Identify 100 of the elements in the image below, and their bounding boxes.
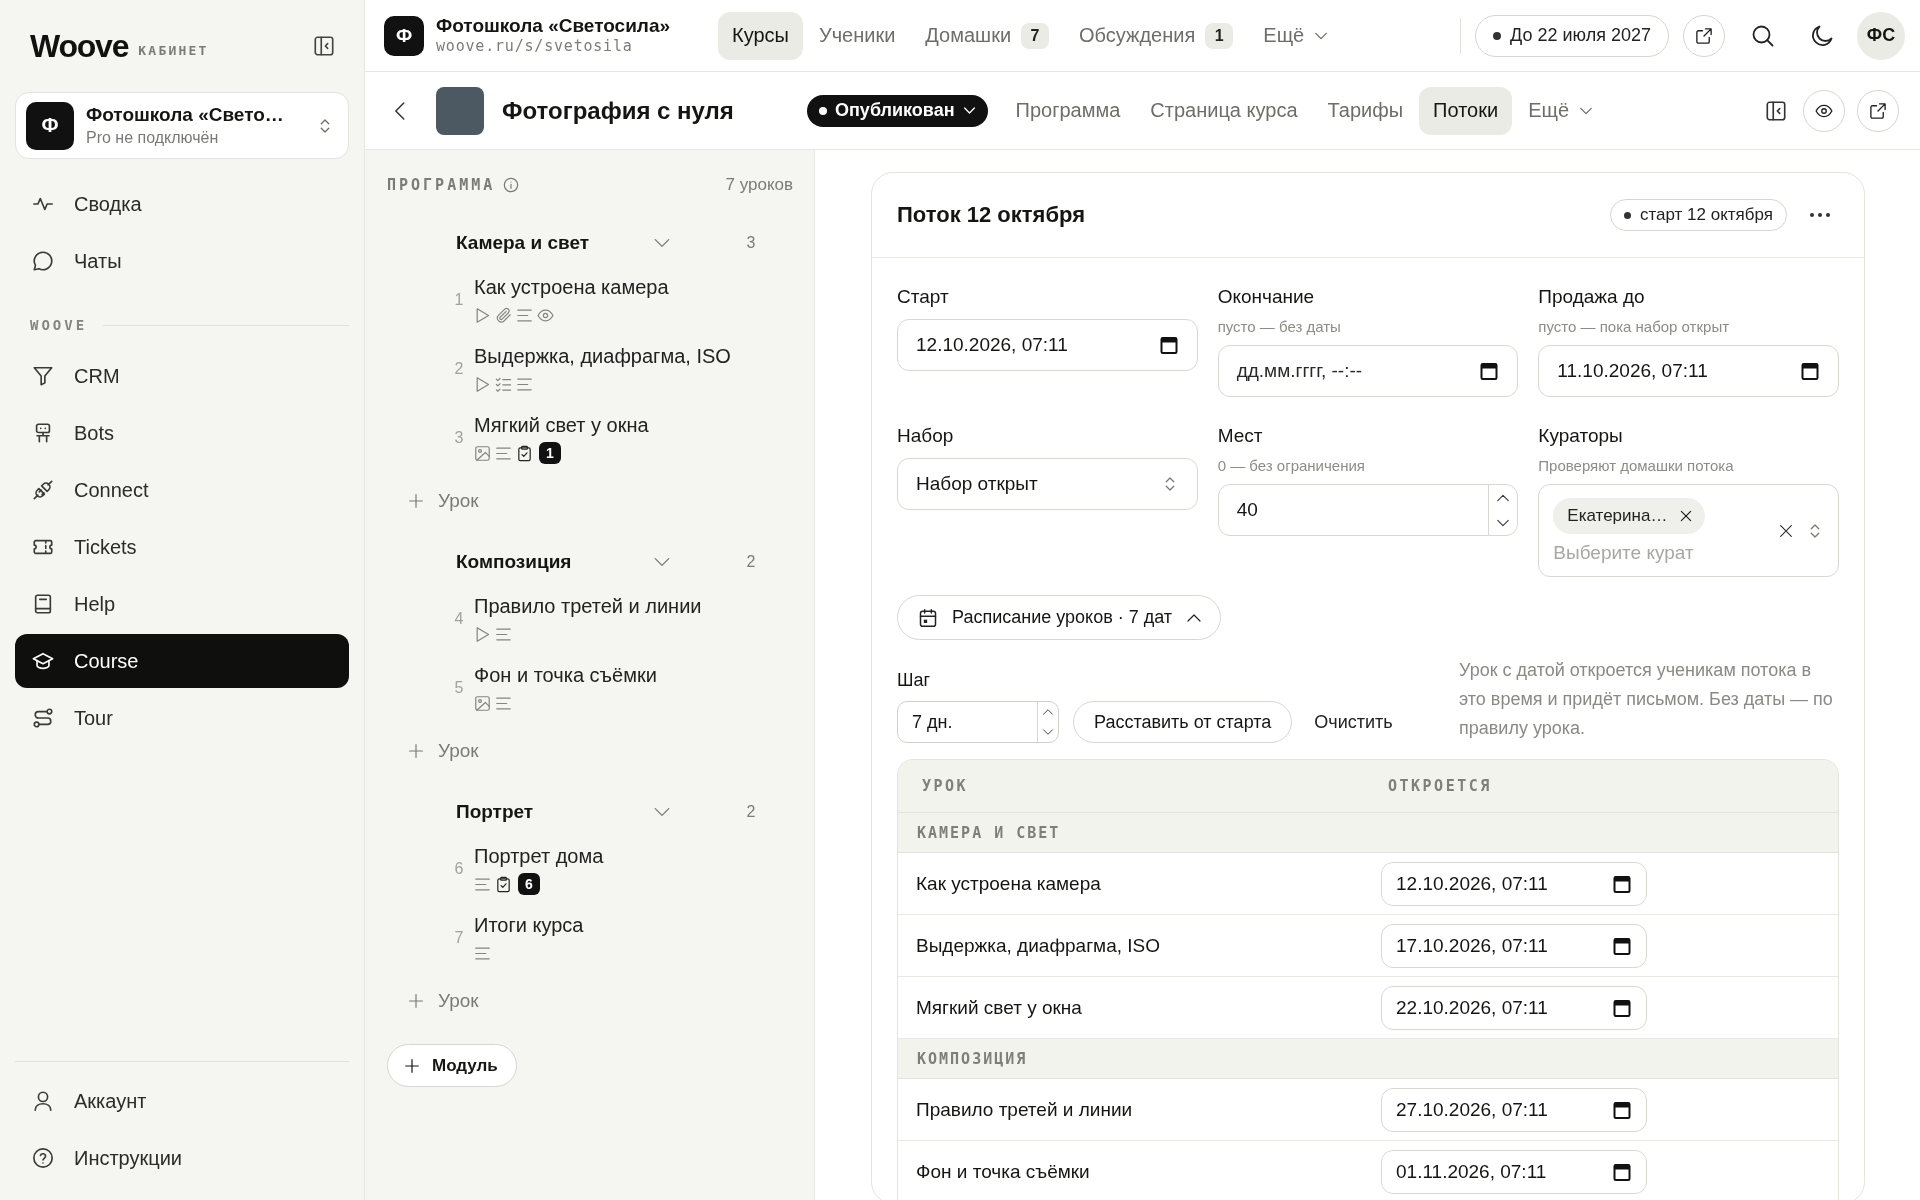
lesson-title[interactable]: Портрет дома: [474, 843, 604, 869]
date-field[interactable]: 27.10.2026, 07:11: [1381, 1087, 1647, 1132]
lesson-title[interactable]: Выдержка, диафрагма, ISO: [474, 343, 731, 369]
nav-tab[interactable]: Курсы: [718, 11, 803, 60]
select-field[interactable]: Набор открыт: [897, 458, 1198, 510]
moon-icon[interactable]: [1810, 23, 1834, 48]
lesson-number: 6: [454, 860, 464, 878]
logo-wordmark: Woove: [30, 27, 129, 65]
open-course-button[interactable]: [1857, 89, 1899, 132]
add-lesson-button[interactable]: Урок: [387, 479, 479, 523]
plus-icon: [404, 1057, 420, 1074]
schedule-toggle-button[interactable]: Расписание уроков · 7 дат: [897, 595, 1222, 640]
lesson-total: 7 уроков: [725, 175, 793, 195]
add-module-button[interactable]: Модуль: [387, 1044, 517, 1087]
module-lesson-count: 2: [745, 553, 757, 571]
course-tab[interactable]: Программа: [1001, 86, 1135, 135]
book-icon: [32, 593, 54, 615]
nav-item[interactable]: Аккаунт: [15, 1074, 349, 1128]
info-icon[interactable]: [503, 177, 520, 193]
chevron-down-icon[interactable]: [1042, 726, 1054, 738]
course-tab[interactable]: Ещё: [1514, 86, 1608, 135]
nav-tab[interactable]: Домашки 7: [911, 11, 1064, 60]
add-lesson-button[interactable]: Урок: [387, 729, 479, 773]
module-title[interactable]: Портрет: [456, 801, 534, 823]
course-tab[interactable]: Страница курса: [1136, 86, 1312, 135]
section-heading: WOOVE: [30, 317, 88, 333]
homework-count-badge: 1: [539, 442, 561, 464]
lesson-title[interactable]: Правило третей и линии: [474, 593, 702, 619]
status-dropdown[interactable]: Опубликован: [807, 94, 988, 127]
field-label: Набор: [897, 424, 954, 448]
workspace-name: Фотошкола «Свето…: [86, 103, 284, 126]
sidebar-panel-icon[interactable]: [1765, 99, 1787, 122]
number-field[interactable]: 40: [1217, 484, 1519, 536]
plus-icon: [408, 743, 424, 759]
clear-icon[interactable]: [1778, 522, 1794, 539]
nav-item[interactable]: Чаты: [15, 234, 349, 288]
nav-item[interactable]: Course: [15, 634, 349, 688]
chat-bubble-icon: [32, 250, 54, 272]
nav-tab[interactable]: Обсуждения 1: [1065, 11, 1248, 60]
lesson-title[interactable]: Как устроена камера: [474, 274, 669, 300]
column-header: УРОК: [922, 777, 969, 795]
nav-item[interactable]: Help: [15, 577, 349, 631]
search-icon[interactable]: [1751, 23, 1775, 48]
calendar-icon: [1612, 873, 1632, 894]
field-hint: 0 — без ограничения: [1217, 456, 1365, 476]
preview-button[interactable]: [1803, 89, 1845, 132]
date-field[interactable]: 12.10.2026, 07:11: [897, 319, 1198, 371]
lesson-title[interactable]: Мягкий свет у окна: [474, 412, 649, 438]
field-label: Продажа до: [1538, 285, 1645, 309]
homework-count-badge: 6: [518, 873, 540, 895]
nav-item[interactable]: Tour: [15, 691, 349, 745]
funnel-icon: [32, 365, 54, 387]
school-url[interactable]: woove.ru/s/svetosila: [436, 37, 633, 56]
stream-title: Поток 12 октября: [897, 202, 1085, 228]
nav-item[interactable]: CRM: [15, 349, 349, 403]
module-group-row: КОМПОЗИЦИЯ: [898, 1039, 1838, 1079]
step-number-field[interactable]: 7 дн.: [897, 701, 1059, 743]
field-label: Мест: [1217, 424, 1263, 448]
module-title[interactable]: Композиция: [456, 551, 572, 573]
lesson-title[interactable]: Итоги курса: [474, 912, 584, 938]
play-icon: [474, 306, 491, 324]
multiselect-field[interactable]: Екатерина… Выберите курат: [1538, 484, 1839, 577]
close-icon[interactable]: [1679, 508, 1694, 523]
status-dot-icon: [819, 106, 827, 115]
lesson-title[interactable]: Фон и точка съёмки: [474, 662, 657, 688]
date-field[interactable]: дд.мм.гггг, --:--: [1217, 345, 1519, 397]
date-field[interactable]: 22.10.2026, 07:11: [1381, 985, 1647, 1030]
field-hint: Проверяют домашки потока: [1538, 456, 1734, 476]
external-link-icon: [1869, 101, 1887, 120]
date-field[interactable]: 12.10.2026, 07:11: [1381, 861, 1647, 906]
nav-item[interactable]: Сводка: [15, 177, 349, 231]
nav-tab[interactable]: Ученики: [804, 11, 910, 60]
open-site-button[interactable]: [1683, 14, 1725, 57]
chevron-down-icon: [962, 104, 976, 117]
sidebar-collapse-icon[interactable]: [313, 35, 335, 57]
nav-item[interactable]: Connect: [15, 463, 349, 517]
apply-from-start-button[interactable]: Расставить от старта: [1073, 701, 1293, 743]
course-tab[interactable]: Тарифы: [1313, 86, 1418, 135]
nav-tab[interactable]: Ещё: [1249, 11, 1343, 60]
lesson-number: 3: [454, 429, 464, 447]
date-field[interactable]: 17.10.2026, 07:11: [1381, 923, 1647, 968]
clipboard-check-icon: [495, 875, 512, 893]
curator-chip[interactable]: Екатерина…: [1553, 497, 1706, 534]
course-tab[interactable]: Потоки: [1419, 86, 1513, 135]
date-field[interactable]: 11.10.2026, 07:11: [1538, 345, 1839, 397]
module-title[interactable]: Камера и свет: [456, 232, 590, 254]
image-icon: [474, 444, 491, 462]
more-options-icon[interactable]: [1809, 213, 1831, 217]
calendar-icon: [1612, 997, 1632, 1018]
user-avatar[interactable]: ФС: [1857, 11, 1905, 60]
field-label: Кураторы: [1538, 424, 1623, 448]
workspace-switcher[interactable]: Ф Фотошкола «Свето… Pro не подключён: [15, 92, 349, 159]
nav-item[interactable]: Инструкции: [15, 1131, 349, 1185]
add-lesson-button[interactable]: Урок: [387, 979, 479, 1023]
chevron-up-icon[interactable]: [1042, 706, 1054, 718]
lesson-cell: Выдержка, диафрагма, ISO: [916, 934, 1160, 957]
nav-item[interactable]: Bots: [15, 406, 349, 460]
date-field[interactable]: 01.11.2026, 07:11: [1381, 1149, 1647, 1194]
clear-button[interactable]: Очистить: [1310, 701, 1397, 743]
nav-item[interactable]: Tickets: [15, 520, 349, 574]
